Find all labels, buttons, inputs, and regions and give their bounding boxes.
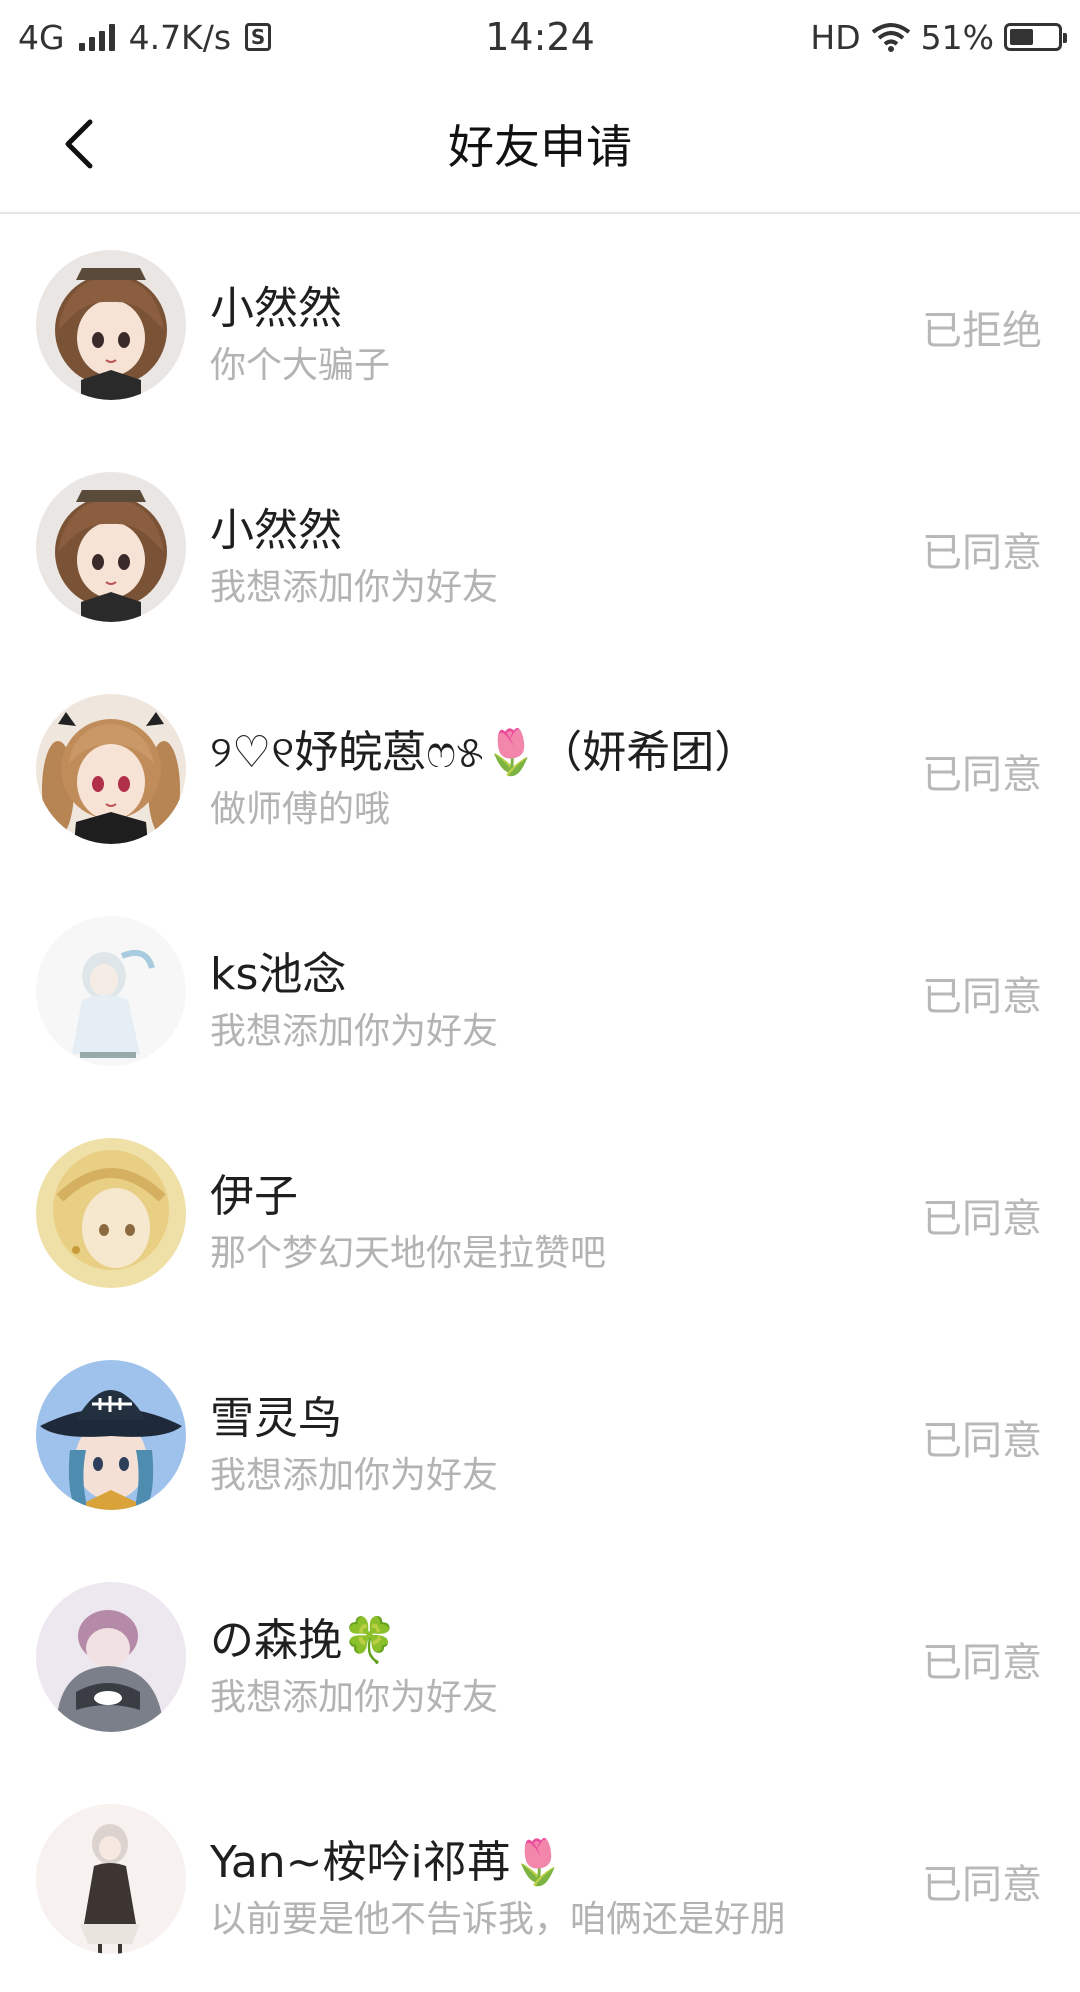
- nav-bar: 好友申请: [0, 74, 1080, 214]
- status-bar: 4G 4.7K/s S 14:24 HD 51%: [0, 0, 1080, 74]
- avatar[interactable]: [36, 472, 186, 622]
- requester-name: 小然然: [210, 505, 342, 556]
- friend-request-item[interactable]: 伊子那个梦幻天地你是拉赞吧 已同意: [0, 1104, 1080, 1326]
- requester-name: の森挽🍀: [210, 1615, 397, 1666]
- requester-name: ks池念: [210, 949, 347, 1000]
- request-message: 我想添加你为好友: [210, 1677, 499, 1718]
- battery-icon: [1004, 23, 1067, 51]
- avatar[interactable]: [36, 1360, 186, 1510]
- requester-name: 小然然: [210, 283, 342, 334]
- status-right: HD 51%: [810, 0, 1067, 74]
- request-status: 已同意: [922, 752, 1042, 798]
- avatar[interactable]: [36, 1582, 186, 1732]
- anime-girl-brown-hair-avatar: [36, 250, 186, 400]
- request-message: 那个梦幻天地你是拉赞吧: [210, 1233, 607, 1274]
- request-message: 你个大骗子: [210, 345, 391, 386]
- requester-name: 雪灵鸟: [210, 1393, 342, 1444]
- friend-request-item[interactable]: ks池念我想添加你为好友 已同意: [0, 882, 1080, 1104]
- request-status: 已同意: [922, 1196, 1042, 1242]
- requester-name: ୨♡୧妤皖蒽ෆ୫🌷（妍希团）: [210, 727, 759, 778]
- back-arrow-icon: [65, 119, 93, 169]
- avatar[interactable]: [36, 916, 186, 1066]
- anime-pirate-hat-avatar: [36, 1360, 186, 1510]
- back-button[interactable]: [40, 104, 120, 184]
- request-status: 已同意: [922, 1862, 1042, 1908]
- friend-request-item[interactable]: Yan~桉吟ⅰ祁苒🌷 以前要是他不告诉我，咱俩还是好朋 已同意: [0, 1770, 1080, 1992]
- friend-request-item[interactable]: 小然然你个大骗子 已拒绝: [0, 216, 1080, 438]
- request-message: 我想添加你为好友: [210, 1455, 499, 1496]
- anime-girl-twintails-avatar: [36, 694, 186, 844]
- avatar[interactable]: [36, 1138, 186, 1288]
- requester-name: Yan~桉吟ⅰ祁苒🌷: [210, 1837, 566, 1888]
- friend-request-list[interactable]: 小然然 你个大骗子 已拒绝 小然然 我想添加你为好友 已同意 ୨♡୧妤皖蒽ෆ୫🌷（妍希团）做…: [0, 216, 1080, 1992]
- avatar[interactable]: [36, 694, 186, 844]
- friend-request-item[interactable]: の森挽🍀 我想添加你为好友 已同意: [0, 1548, 1080, 1770]
- avatar[interactable]: [36, 1804, 186, 1954]
- request-message: 我想添加你为好友: [210, 567, 499, 608]
- page-title: 好友申请: [448, 120, 632, 174]
- anime-girl-dress-avatar: [36, 1804, 186, 1954]
- request-status: 已拒绝: [922, 308, 1042, 354]
- request-status: 已同意: [922, 974, 1042, 1020]
- friend-request-item[interactable]: ୨♡୧妤皖蒽ෆ୫🌷（妍希团） 做师傅的哦 已同意: [0, 660, 1080, 882]
- anime-hooded-boy-avatar: [36, 1582, 186, 1732]
- requester-name: 伊子: [210, 1171, 298, 1222]
- anime-girl-brown-hair-avatar: [36, 472, 186, 622]
- request-status: 已同意: [922, 1640, 1042, 1686]
- request-message: 以前要是他不告诉我，咱俩还是好朋: [210, 1899, 787, 1940]
- wifi-icon: [871, 23, 910, 52]
- anime-blonde-braid-avatar: [36, 1138, 186, 1288]
- request-status: 已同意: [922, 530, 1042, 576]
- hd-label: HD: [810, 17, 861, 57]
- friend-request-item[interactable]: 小然然我想添加你为好友 已同意: [0, 438, 1080, 660]
- request-message: 做师傅的哦: [210, 789, 391, 830]
- avatar[interactable]: [36, 250, 186, 400]
- request-message: 我想添加你为好友: [210, 1011, 499, 1052]
- battery-fill: [1010, 29, 1033, 45]
- battery-percent: 51%: [920, 17, 994, 57]
- anime-white-outfit-avatar: [36, 916, 186, 1066]
- request-status: 已同意: [922, 1418, 1042, 1464]
- friend-request-item[interactable]: 雪灵鸟我想添加你为好友 已同意: [0, 1326, 1080, 1548]
